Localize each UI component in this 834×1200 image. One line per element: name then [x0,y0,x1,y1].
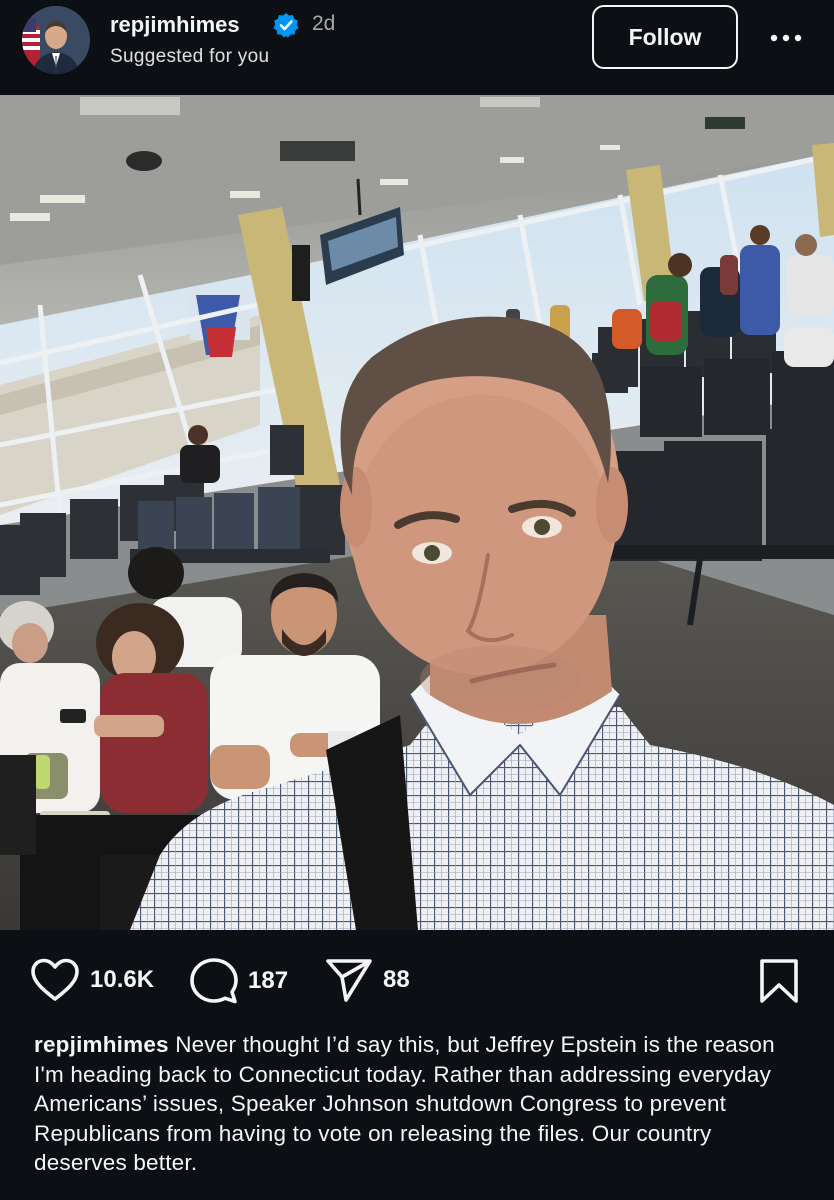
share-button[interactable]: 88 [325,958,410,1002]
photo-illustration [0,95,834,930]
comment-icon [190,958,238,1004]
bookmark-icon[interactable] [758,958,800,1004]
send-icon [326,959,372,1002]
caption-username[interactable]: repjimhimes [34,1032,169,1057]
post-header: repjimhimes 2d Suggested for you Follow [0,0,834,95]
verified-badge-icon [273,13,299,38]
share-count[interactable]: 88 [383,966,410,994]
comment-count[interactable]: 187 [248,967,288,995]
like-button[interactable]: 10.6K [30,958,154,1002]
post-caption: repjimhimes Never thought I’d say this, … [34,1030,809,1178]
post-actions-bar: 10.6K 187 88 [0,930,834,1030]
suggested-label: Suggested for you [110,46,270,67]
comment-button[interactable]: 187 [190,958,288,1004]
like-count[interactable]: 10.6K [90,966,154,994]
post-username[interactable]: repjimhimes [110,12,240,38]
more-options-icon[interactable] [766,26,806,50]
post-photo[interactable] [0,95,834,930]
follow-button[interactable]: Follow [592,5,738,69]
post-timestamp: 2d [312,12,336,35]
heart-icon [31,958,79,1001]
avatar[interactable] [22,6,90,74]
